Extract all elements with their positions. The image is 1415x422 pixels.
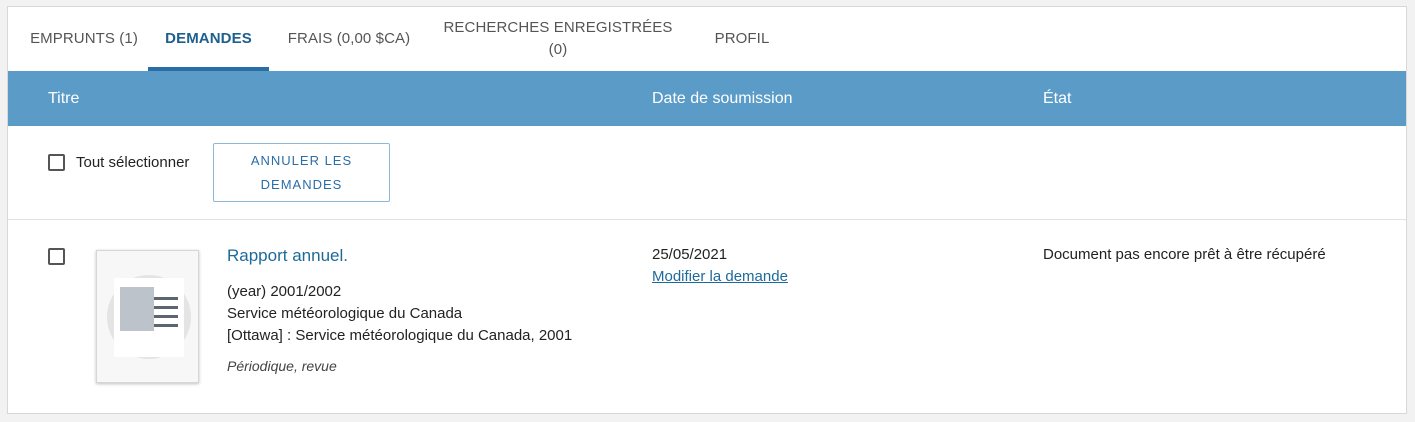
select-all-checkbox[interactable] [48,154,65,171]
tab-requests[interactable]: DEMANDES [148,7,269,71]
table-row: Rapport annuel. (year) 2001/2002 Service… [8,220,1406,415]
tab-saved-searches-label-line2: (0) [548,41,568,58]
periodical-thumbnail-icon [96,250,199,383]
bulk-actions-row: Tout sélectionner ANNULER LES DEMANDES [8,126,1406,220]
request-author: Service météorologique du Canada [227,305,463,322]
request-title-link[interactable]: Rapport annuel. [227,246,348,266]
row-select-checkbox[interactable] [48,248,65,265]
request-submission-date: 25/05/2021 [652,246,728,263]
tab-fees-label: FRAIS (0,00 $CA) [287,30,411,47]
request-publication: [Ottawa] : Service météorologique du Can… [227,327,573,344]
request-status: Document pas encore prêt à être récupéré [1043,246,1326,263]
tab-loans[interactable]: EMPRUNTS (1) [16,7,152,71]
tab-requests-label: DEMANDES [165,30,252,47]
cancel-requests-button[interactable]: ANNULER LES DEMANDES [213,143,390,202]
account-tabs: EMPRUNTS (1) DEMANDES FRAIS (0,00 $CA) R… [8,7,1406,71]
cancel-requests-button-line2: DEMANDES [260,176,343,192]
table-header: Titre Date de soumission État [8,71,1406,126]
tab-profile[interactable]: PROFIL [698,7,786,71]
tab-saved-searches[interactable]: RECHERCHES ENREGISTRÉES (0) [438,7,678,71]
edit-request-link[interactable]: Modifier la demande [652,268,788,285]
request-year: (year) 2001/2002 [227,283,342,300]
tab-loans-label: EMPRUNTS (1) [30,30,138,47]
document-icon [107,275,191,359]
column-header-date[interactable]: Date de soumission [652,71,793,126]
column-header-title[interactable]: Titre [48,71,79,126]
tab-saved-searches-label-line1: RECHERCHES ENREGISTRÉES [443,19,673,36]
request-material-type: Périodique, revue [227,358,337,374]
requests-panel: EMPRUNTS (1) DEMANDES FRAIS (0,00 $CA) R… [7,6,1407,414]
tab-profile-label: PROFIL [714,30,770,47]
tab-fees[interactable]: FRAIS (0,00 $CA) [276,7,422,71]
select-all-label[interactable]: Tout sélectionner [76,152,189,174]
cancel-requests-button-line1: ANNULER LES [250,152,353,168]
column-header-status[interactable]: État [1043,71,1071,126]
